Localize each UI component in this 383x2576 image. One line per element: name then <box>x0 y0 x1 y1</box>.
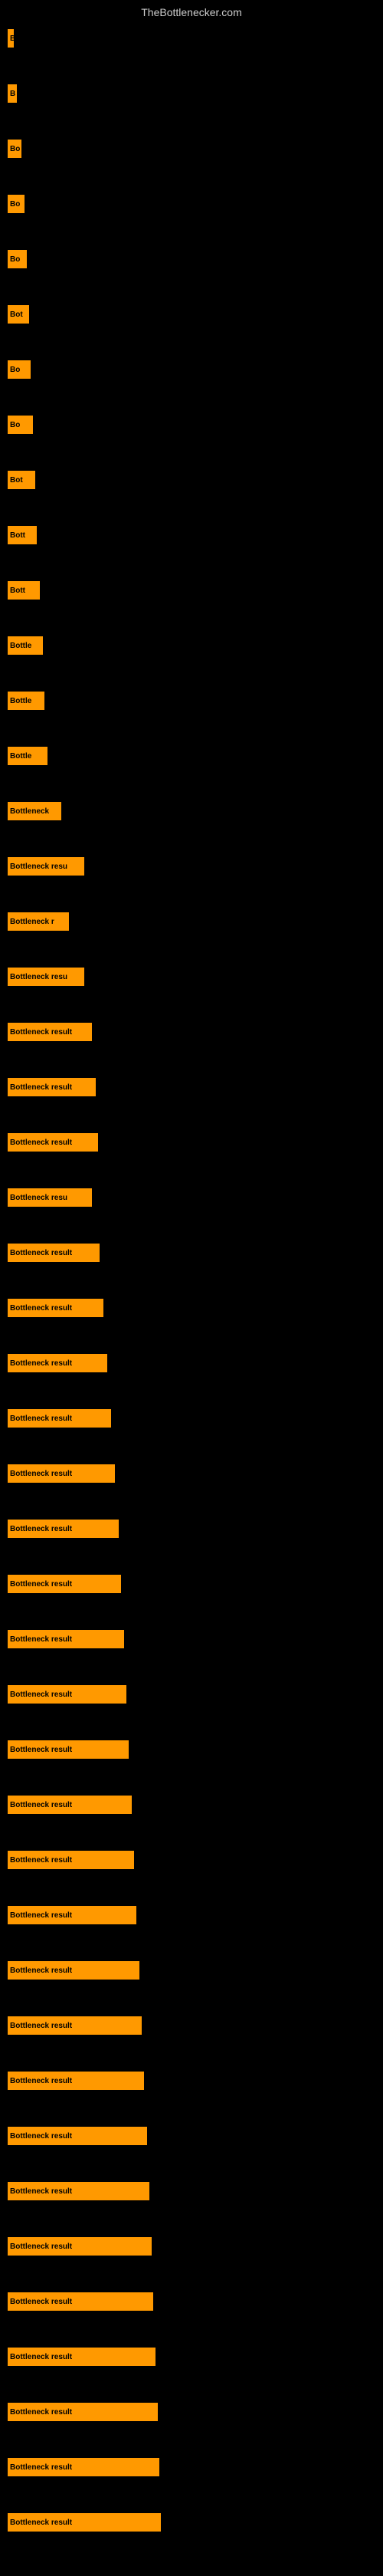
bar-row: Bo <box>8 360 375 379</box>
bar-label: Bottleneck result <box>8 1740 129 1759</box>
bar-label: Bottleneck <box>8 802 61 820</box>
bar-label: Bottleneck result <box>8 1961 139 1980</box>
bar-label: Bott <box>8 581 40 600</box>
bar-label: Bottleneck result <box>8 1630 124 1648</box>
bar-row: Bottleneck result <box>8 1299 375 1317</box>
bar-label: Bottle <box>8 692 44 710</box>
bar-label: Bo <box>8 140 21 158</box>
bar-label: Bottle <box>8 747 47 765</box>
bar-label: Bottleneck result <box>8 2182 149 2200</box>
bar-label: Bo <box>8 250 27 268</box>
bar-row: Bo <box>8 195 375 213</box>
bar-row: Bottleneck result <box>8 1464 375 1483</box>
bar-label: Bottleneck result <box>8 1685 126 1704</box>
bar-row: Bo <box>8 250 375 268</box>
bar-label: Bottleneck result <box>8 1078 96 1096</box>
bar-label: B <box>8 84 17 103</box>
bar-label: B <box>8 29 14 48</box>
bar-row: Bottleneck result <box>8 2292 375 2311</box>
bar-label: Bo <box>8 416 33 434</box>
bar-label: Bottleneck resu <box>8 857 84 876</box>
bar-row: Bottleneck resu <box>8 968 375 986</box>
bar-label: Bottleneck result <box>8 1299 103 1317</box>
bar-label: Bottleneck result <box>8 1409 111 1428</box>
bar-row: Bottle <box>8 636 375 655</box>
bar-label: Bottleneck result <box>8 1244 100 1262</box>
bar-row: Bottleneck result <box>8 2237 375 2256</box>
bar-row: Bot <box>8 471 375 489</box>
bar-row: B <box>8 84 375 103</box>
bar-row: Bottleneck result <box>8 1078 375 1096</box>
bar-row: Bottleneck result <box>8 1685 375 1704</box>
bar-label: Bottleneck result <box>8 1464 115 1483</box>
bar-row: Bottleneck result <box>8 2127 375 2145</box>
bar-row: Bottleneck result <box>8 1575 375 1593</box>
bar-label: Bottleneck result <box>8 1133 98 1152</box>
bar-label: Bottleneck result <box>8 1354 107 1372</box>
bars-container: B B Bo Bo Bo Bot Bo Bo Bot Bott Bott Bottle Bottle Bo… <box>0 21 383 2576</box>
bar-label: Bottleneck result <box>8 2348 155 2366</box>
bar-label: Bottleneck resu <box>8 1188 92 1207</box>
bar-label: Bottleneck result <box>8 1851 134 1869</box>
bar-row: Bottleneck result <box>8 1796 375 1814</box>
bar-label: Bott <box>8 526 37 544</box>
site-title: TheBottlenecker.com <box>0 0 383 21</box>
bar-label: Bot <box>8 471 35 489</box>
bar-label: Bo <box>8 195 25 213</box>
bar-row: Bottleneck r <box>8 912 375 931</box>
bar-row: Bottleneck result <box>8 1023 375 1041</box>
bar-row: Bottleneck resu <box>8 857 375 876</box>
bar-row: Bottleneck result <box>8 1961 375 1980</box>
bar-row: Bottleneck result <box>8 1409 375 1428</box>
bar-label: Bottleneck r <box>8 912 69 931</box>
bar-label: Bottleneck result <box>8 1023 92 1041</box>
bar-row: Bot <box>8 305 375 324</box>
bar-row: Bottle <box>8 747 375 765</box>
bar-row: Bottleneck resu <box>8 1188 375 1207</box>
bar-label: Bottleneck result <box>8 2127 147 2145</box>
bar-label: Bottleneck result <box>8 1520 119 1538</box>
bar-label: Bottleneck result <box>8 2513 161 2532</box>
bar-row: Bottleneck result <box>8 2403 375 2421</box>
bar-row: Bott <box>8 526 375 544</box>
bar-row: Bottleneck result <box>8 2182 375 2200</box>
bar-row: Bottleneck result <box>8 1354 375 1372</box>
bar-row: Bottleneck result <box>8 2072 375 2090</box>
bar-label: Bottleneck result <box>8 2292 153 2311</box>
bar-row: Bo <box>8 140 375 158</box>
bar-row: Bo <box>8 416 375 434</box>
bar-row: B <box>8 29 375 48</box>
bar-label: Bottleneck result <box>8 2458 159 2476</box>
bar-row: Bottleneck result <box>8 1520 375 1538</box>
bar-label: Bo <box>8 360 31 379</box>
bar-row: Bottleneck result <box>8 1851 375 1869</box>
bar-label: Bottleneck result <box>8 2072 144 2090</box>
bar-label: Bot <box>8 305 29 324</box>
bar-row: Bottleneck result <box>8 2016 375 2035</box>
bar-row: Bottleneck <box>8 802 375 820</box>
bar-row: Bottleneck result <box>8 1740 375 1759</box>
bar-label: Bottleneck result <box>8 1796 132 1814</box>
bar-row: Bott <box>8 581 375 600</box>
page-wrapper: TheBottlenecker.com B B Bo Bo Bo Bot Bo Bo Bot Bo… <box>0 0 383 2576</box>
bar-row: Bottleneck result <box>8 1906 375 1924</box>
bar-row: Bottle <box>8 692 375 710</box>
bar-label: Bottle <box>8 636 43 655</box>
bar-label: Bottleneck result <box>8 2403 158 2421</box>
bar-row: Bottleneck result <box>8 1244 375 1262</box>
bar-row: Bottleneck result <box>8 1133 375 1152</box>
bar-label: Bottleneck result <box>8 2237 152 2256</box>
bar-label: Bottleneck resu <box>8 968 84 986</box>
bar-row: Bottleneck result <box>8 2348 375 2366</box>
bar-label: Bottleneck result <box>8 2016 142 2035</box>
bar-label: Bottleneck result <box>8 1906 136 1924</box>
bar-row: Bottleneck result <box>8 2513 375 2532</box>
bar-row: Bottleneck result <box>8 1630 375 1648</box>
bar-label: Bottleneck result <box>8 1575 121 1593</box>
bar-row: Bottleneck result <box>8 2458 375 2476</box>
